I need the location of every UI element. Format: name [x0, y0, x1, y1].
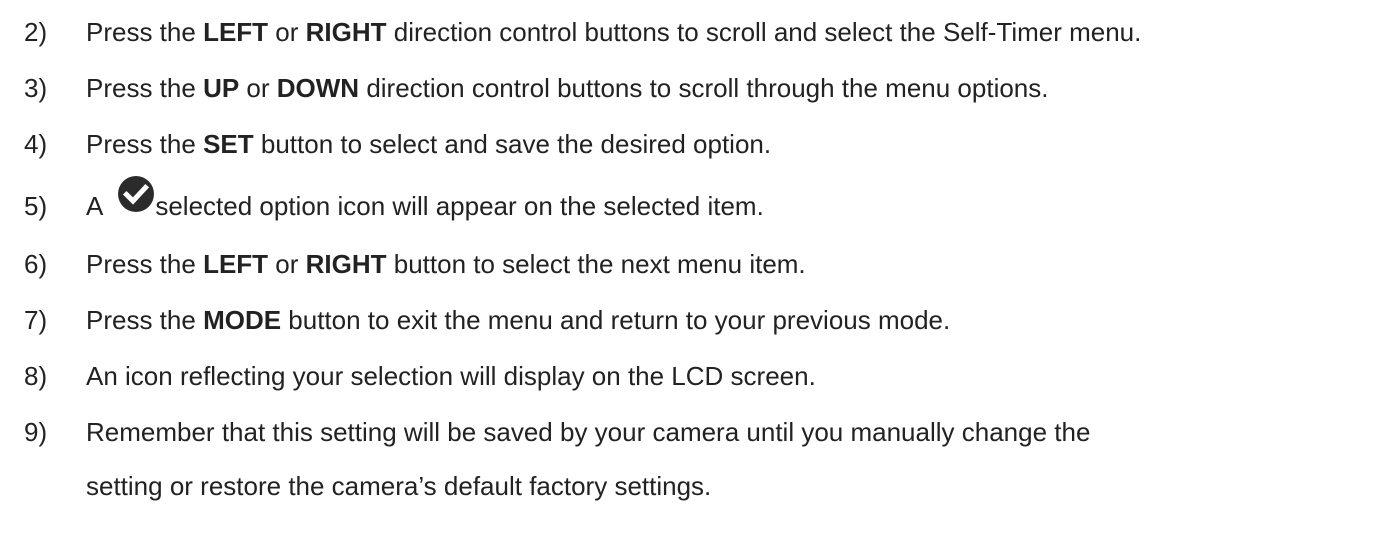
- step-6: 6) Press the LEFT or RIGHT button to sel…: [0, 244, 1392, 284]
- step-9: 9) Remember that this setting will be sa…: [0, 412, 1392, 452]
- step-3: 3) Press the UP or DOWN direction contro…: [0, 68, 1392, 108]
- step-text: Press the MODE button to exit the menu a…: [86, 305, 951, 335]
- check-circle-icon: [117, 175, 155, 213]
- step-number: 7): [24, 305, 48, 335]
- step-text: Press the UP or DOWN direction control b…: [86, 73, 1049, 103]
- step-text: Aselected option icon will appear on the…: [86, 176, 764, 227]
- button-name: LEFT: [203, 249, 269, 279]
- step-5: 5) Aselected option icon will appear on …: [0, 176, 1392, 227]
- instruction-list: 2) Press the LEFT or RIGHT direction con…: [0, 0, 1392, 542]
- step-2: 2) Press the LEFT or RIGHT direction con…: [0, 12, 1392, 52]
- step-number: 5): [24, 191, 48, 221]
- button-name: LEFT: [203, 17, 269, 47]
- step-text: Press the SET button to select and save …: [86, 129, 772, 159]
- step-9-continued: setting or restore the camera’s default …: [0, 466, 1392, 506]
- step-number: 4): [24, 129, 48, 159]
- button-name: DOWN: [276, 73, 360, 103]
- step-8: 8) An icon reflecting your selection wil…: [0, 356, 1392, 396]
- step-number: 6): [24, 249, 48, 279]
- step-number: 2): [24, 17, 48, 47]
- button-name: SET: [203, 129, 254, 159]
- button-name: UP: [203, 73, 240, 103]
- step-4: 4) Press the SET button to select and sa…: [0, 124, 1392, 164]
- button-name: RIGHT: [305, 17, 387, 47]
- step-number: 8): [24, 361, 48, 391]
- step-number: 3): [24, 73, 48, 103]
- step-text: Remember that this setting will be saved…: [86, 417, 1091, 447]
- step-text: An icon reflecting your selection will d…: [86, 361, 816, 391]
- step-text: setting or restore the camera’s default …: [86, 471, 712, 501]
- step-7: 7) Press the MODE button to exit the men…: [0, 300, 1392, 340]
- step-number: 9): [24, 417, 48, 447]
- button-name: RIGHT: [305, 249, 387, 279]
- step-text: Press the LEFT or RIGHT direction contro…: [86, 17, 1142, 47]
- button-name: MODE: [203, 305, 282, 335]
- step-text: Press the LEFT or RIGHT button to select…: [86, 249, 806, 279]
